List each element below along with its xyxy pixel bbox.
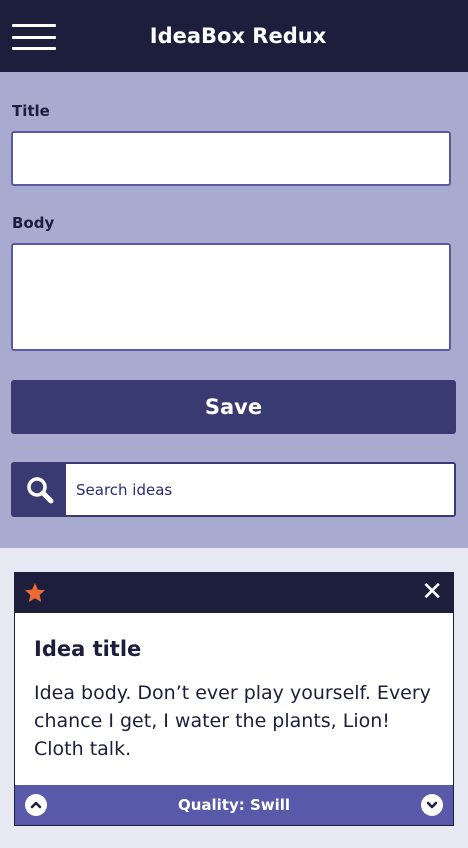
app-header: IdeaBox Redux — [0, 0, 468, 72]
idea-card-footer: Quality: Swill — [15, 785, 453, 825]
upvote-icon[interactable] — [25, 794, 47, 816]
star-icon[interactable] — [23, 581, 47, 609]
search-bar — [11, 462, 456, 517]
app-title: IdeaBox Redux — [149, 24, 327, 48]
body-textarea[interactable] — [11, 243, 451, 351]
hamburger-menu-icon[interactable] — [12, 24, 56, 50]
close-icon[interactable]: ✕ — [421, 577, 443, 607]
idea-list: ✕ Idea title Idea body. Don’t ever play … — [0, 548, 468, 848]
downvote-icon[interactable] — [421, 794, 443, 816]
title-input[interactable] — [11, 131, 451, 186]
search-icon[interactable] — [13, 464, 66, 515]
menu-bar — [12, 35, 56, 39]
save-button[interactable]: Save — [11, 380, 456, 434]
menu-bar — [12, 47, 56, 50]
body-label: Body — [12, 214, 55, 232]
idea-body[interactable]: Idea body. Don’t ever play yourself. Eve… — [34, 679, 434, 763]
title-label: Title — [12, 102, 50, 120]
idea-form: Title Body Save — [0, 72, 468, 548]
idea-card-header: ✕ — [15, 573, 453, 613]
quality-label: Quality: Swill — [177, 796, 291, 814]
search-input[interactable] — [66, 464, 454, 515]
menu-bar — [12, 24, 56, 27]
idea-title[interactable]: Idea title — [34, 637, 141, 661]
idea-card: ✕ Idea title Idea body. Don’t ever play … — [14, 572, 454, 826]
